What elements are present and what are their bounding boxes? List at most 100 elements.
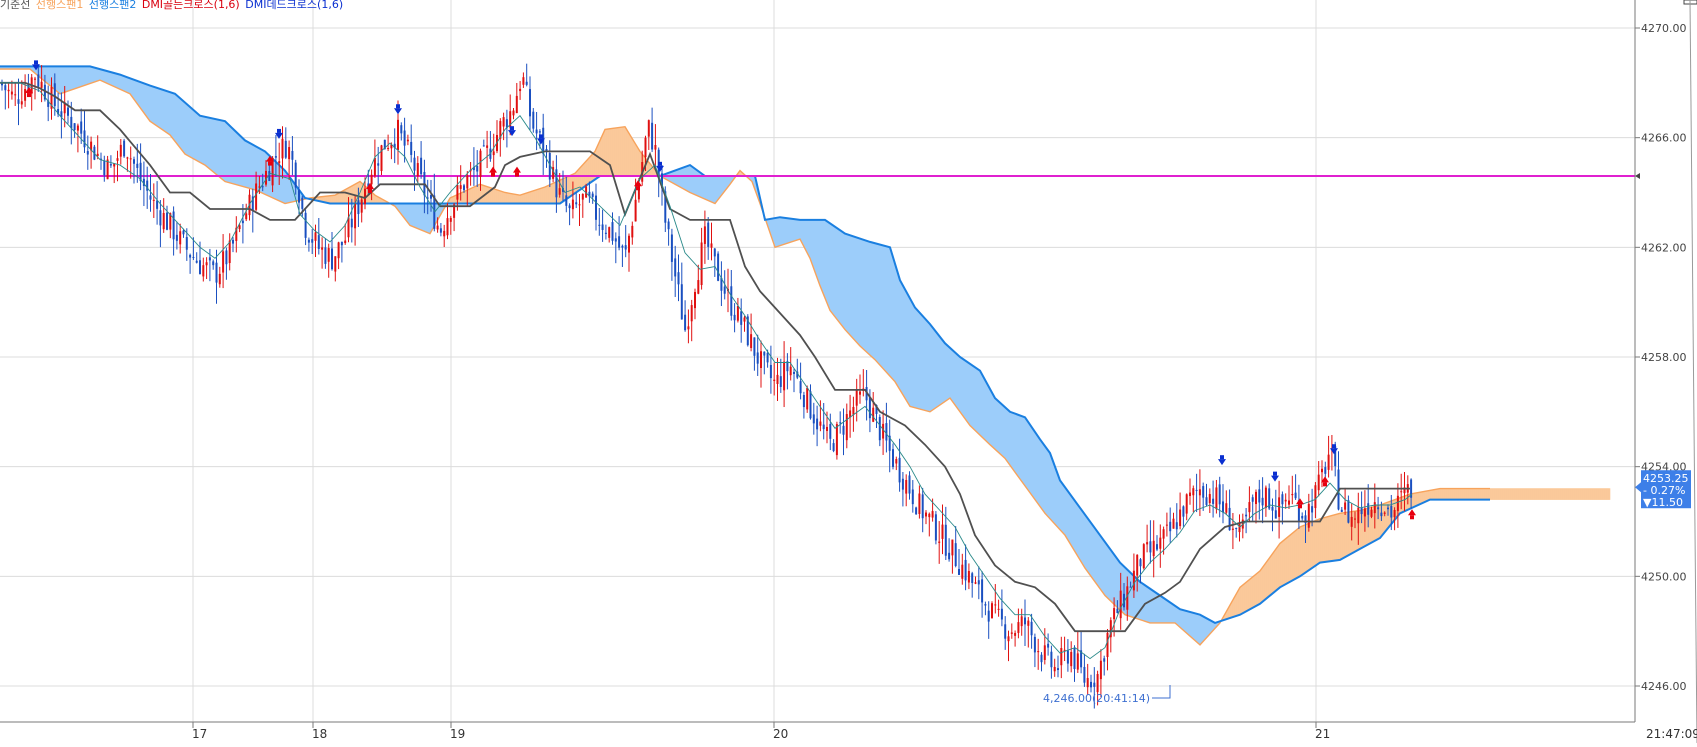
chart: 4,246.00(20:41:14) 4270.00 4266.00 4262.00 4… — [0, 0, 1697, 744]
candle-body — [773, 379, 776, 381]
candle-body — [1116, 608, 1119, 614]
candle-body — [915, 507, 918, 515]
candle-body — [964, 559, 967, 581]
golden-cross-marker-stem — [515, 172, 519, 177]
candle-body — [601, 224, 604, 230]
candle-body — [954, 543, 957, 566]
candle-body — [1195, 489, 1198, 491]
candle-body — [1083, 666, 1086, 683]
dead-cross-marker — [1218, 459, 1226, 466]
candle-body — [654, 145, 657, 150]
candle-body — [1264, 487, 1267, 508]
candle-body — [1037, 651, 1040, 653]
candle-body — [707, 222, 710, 247]
candle-body — [218, 273, 221, 285]
candle-body — [608, 227, 611, 238]
candle-body — [357, 200, 360, 215]
candle-body — [225, 250, 228, 265]
candle-body — [991, 603, 993, 619]
candle-body — [1014, 632, 1017, 636]
candle-body — [928, 513, 931, 518]
candle-body — [529, 89, 531, 117]
candle-body — [730, 286, 733, 316]
candle-body — [1215, 487, 1218, 510]
current-price-change: ▼11.50 — [1643, 496, 1683, 509]
candle-body — [109, 164, 112, 166]
candle-body — [505, 119, 508, 128]
candle-body — [571, 199, 574, 210]
candle-body — [644, 137, 647, 158]
candle-body — [103, 160, 106, 176]
candle-body — [1294, 492, 1297, 499]
candle-body — [938, 541, 941, 543]
candle-body — [1093, 682, 1096, 687]
candle-body — [212, 261, 215, 266]
candle-body — [1373, 502, 1376, 514]
candle-body — [1208, 494, 1211, 504]
candle-body — [331, 248, 333, 270]
candle-body — [298, 190, 300, 203]
candle-body — [816, 418, 819, 430]
golden-cross-marker-stem — [368, 189, 372, 194]
candle-body — [1159, 537, 1162, 549]
candle-body — [1070, 651, 1073, 667]
y-tick-label: 4266.00 — [1641, 132, 1687, 145]
legend-item-span1: 선행스팬1 — [35, 0, 84, 11]
candle-body — [1033, 636, 1036, 653]
candle-body — [1020, 616, 1023, 627]
candle-body — [845, 414, 848, 441]
candle-body — [941, 524, 944, 539]
candle-body — [753, 337, 756, 356]
candle-body — [901, 478, 904, 490]
candle-body — [895, 459, 898, 464]
golden-cross-marker-stem — [1323, 482, 1327, 487]
candle-body — [997, 608, 1000, 610]
candle-body — [1350, 516, 1353, 527]
candle-body — [238, 225, 241, 230]
candle-body — [647, 120, 650, 137]
candle-body — [1396, 495, 1399, 512]
candle-body — [677, 272, 680, 285]
candle-body — [1053, 666, 1056, 672]
candle-body — [416, 163, 419, 177]
candle-body — [868, 396, 871, 419]
candle-body — [581, 193, 584, 200]
candle-body — [1281, 494, 1284, 505]
candle-body — [1377, 507, 1380, 510]
y-tick-label: 4258.00 — [1641, 351, 1687, 364]
candle-body — [1271, 506, 1274, 511]
candle-body — [14, 94, 17, 96]
candle-body — [1090, 681, 1092, 688]
candle-body — [604, 232, 607, 234]
candle-body — [1129, 586, 1132, 588]
candle-body — [565, 195, 568, 206]
candle-body — [258, 186, 261, 188]
candle-body — [1149, 541, 1152, 553]
dead-cross-marker-stem — [539, 134, 543, 139]
candle-body — [1119, 590, 1122, 619]
candle-body — [80, 121, 83, 134]
candle-body — [1027, 620, 1030, 626]
candle-body — [1017, 622, 1020, 633]
candle-body — [515, 95, 518, 114]
dead-cross-marker — [1271, 475, 1279, 482]
candle-body — [1099, 660, 1102, 680]
ichimoku-chart: 4,246.00(20:41:14) 4270.00 4266.00 4262.00 4… — [0, 0, 1697, 744]
candle-body — [1248, 502, 1251, 513]
candle-body — [314, 232, 317, 241]
candle-body — [829, 424, 832, 439]
candle-body — [776, 374, 779, 384]
legend: 기준선 선행스팬1 선행스팬2 DMI골든크로스(1,6) DMI데드크로스(1… — [0, 0, 345, 12]
candle-body — [967, 570, 970, 583]
candle-body — [631, 225, 634, 238]
candle-body — [20, 101, 23, 105]
candle-body — [281, 138, 284, 159]
candle-body — [397, 119, 399, 151]
candle-body — [133, 159, 135, 164]
candle-body — [324, 247, 327, 264]
candle-body — [1393, 510, 1396, 518]
candle-body — [1162, 529, 1165, 539]
candle-body — [555, 169, 558, 198]
current-price-pointer — [1635, 482, 1641, 493]
legend-item-dmi-golden: DMI골든크로스(1,6) — [141, 0, 240, 11]
